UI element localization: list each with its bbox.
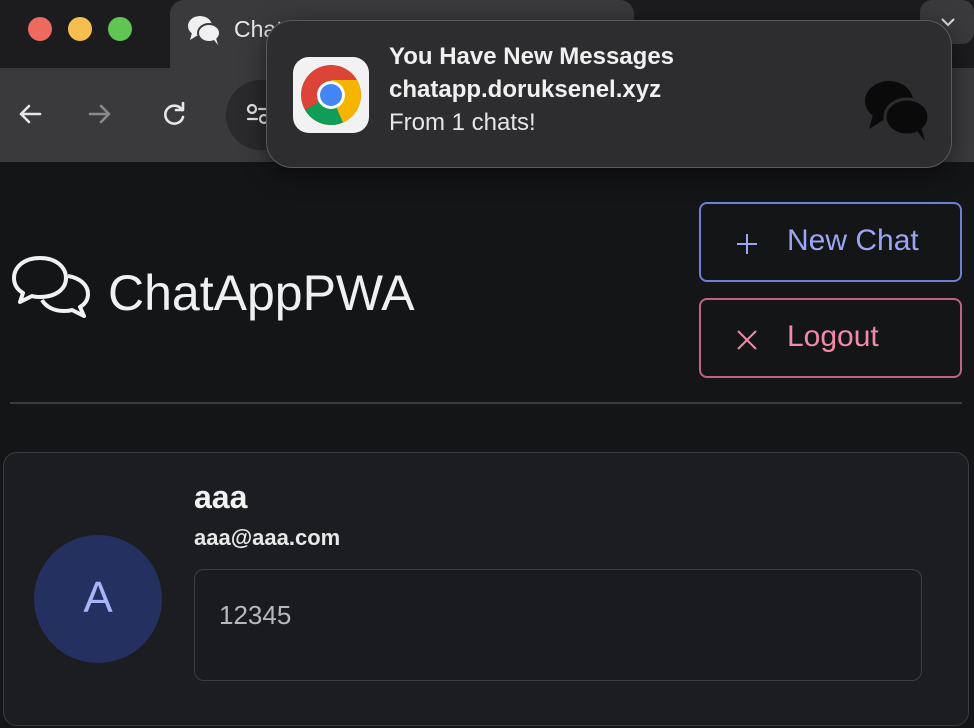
app-title: ChatAppPWA <box>108 265 415 321</box>
avatar: A <box>34 535 162 663</box>
logout-button[interactable]: Logout <box>699 298 962 378</box>
avatar-letter: A <box>83 573 113 622</box>
back-arrow-icon[interactable] <box>14 98 46 130</box>
window-zoom-button[interactable] <box>108 17 132 41</box>
chat-user-name: aaa <box>194 479 248 515</box>
chat-list-item[interactable]: A aaa aaa@aaa.com 12345 <box>3 452 969 726</box>
logout-label: Logout <box>787 320 879 353</box>
header-divider <box>10 402 962 404</box>
window-minimize-button[interactable] <box>68 17 92 41</box>
chat-bubbles-icon <box>12 256 90 318</box>
forward-arrow-icon[interactable] <box>84 98 116 130</box>
chat-bubbles-icon <box>865 81 931 141</box>
notification-site: chatapp.doruksenel.xyz <box>389 76 662 103</box>
chat-user-email: aaa@aaa.com <box>194 525 341 550</box>
plus-icon <box>737 234 757 254</box>
new-chat-button[interactable]: New Chat <box>699 202 962 282</box>
notification-body: From 1 chats! <box>389 109 536 136</box>
last-message-text: 12345 <box>219 600 292 630</box>
reload-icon[interactable] <box>158 98 190 130</box>
notification-banner[interactable]: You Have New Messages chatapp.doruksenel… <box>266 20 952 168</box>
window-close-button[interactable] <box>28 17 52 41</box>
close-icon <box>737 330 757 350</box>
chrome-icon <box>293 57 369 133</box>
chat-bubbles-icon <box>188 16 221 45</box>
notification-title: You Have New Messages <box>389 43 675 70</box>
last-message-box: 12345 <box>194 569 922 681</box>
new-chat-label: New Chat <box>787 224 919 257</box>
